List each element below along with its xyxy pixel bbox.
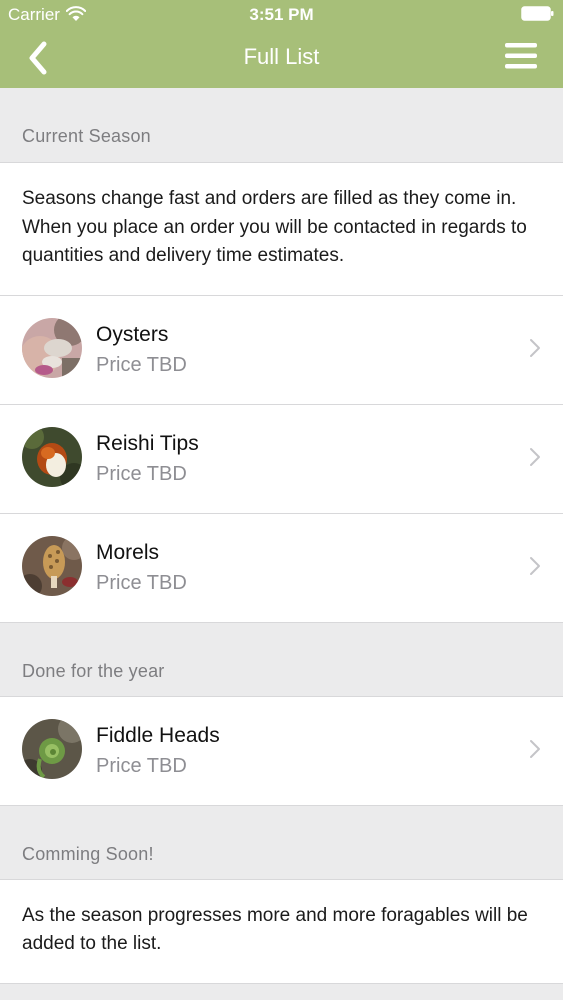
- item-title: Reishi Tips: [96, 431, 199, 455]
- coming-soon-info: As the season progresses more and more f…: [0, 879, 563, 984]
- item-price: Price TBD: [96, 353, 187, 376]
- item-price: Price TBD: [96, 754, 187, 777]
- page-title: Full List: [243, 44, 320, 69]
- list-item-morels[interactable]: Morels Price TBD: [0, 513, 563, 623]
- list-content: Current Season Seasons change fast and o…: [0, 88, 563, 984]
- section-header-coming-soon: Comming Soon!: [0, 806, 563, 880]
- section-header-done-for-the-year: Done for the year: [0, 623, 563, 697]
- chevron-right-icon: [530, 447, 540, 466]
- status-bar: Carrier 3:51 PM: [0, 0, 563, 30]
- item-title: Morels: [96, 540, 160, 564]
- section-header-current-season: Current Season: [0, 88, 563, 163]
- battery-icon: [521, 6, 554, 21]
- navigation-bar: Full List: [0, 30, 563, 88]
- chevron-right-icon: [530, 739, 540, 758]
- item-title: Fiddle Heads: [96, 723, 220, 747]
- current-season-info: Seasons change fast and orders are fille…: [0, 163, 563, 296]
- item-price: Price TBD: [96, 571, 187, 594]
- app-screen: Carrier 3:51 PM Full List Current Season…: [0, 0, 563, 1000]
- item-title: Oysters: [96, 322, 169, 346]
- chevron-right-icon: [530, 338, 540, 357]
- hamburger-menu-icon[interactable]: [505, 42, 537, 70]
- oysters-thumbnail: [22, 317, 82, 378]
- reishi-tips-thumbnail: [22, 426, 82, 487]
- fiddle-heads-thumbnail: [22, 718, 82, 779]
- morels-thumbnail: [22, 535, 82, 596]
- list-item-fiddle-heads[interactable]: Fiddle Heads Price TBD: [0, 696, 563, 806]
- list-item-reishi-tips[interactable]: Reishi Tips Price TBD: [0, 404, 563, 514]
- chevron-right-icon: [530, 556, 540, 575]
- item-price: Price TBD: [96, 462, 187, 485]
- list-item-oysters[interactable]: Oysters Price TBD: [0, 295, 563, 405]
- status-time: 3:51 PM: [249, 5, 314, 24]
- header: Carrier 3:51 PM Full List: [0, 0, 563, 88]
